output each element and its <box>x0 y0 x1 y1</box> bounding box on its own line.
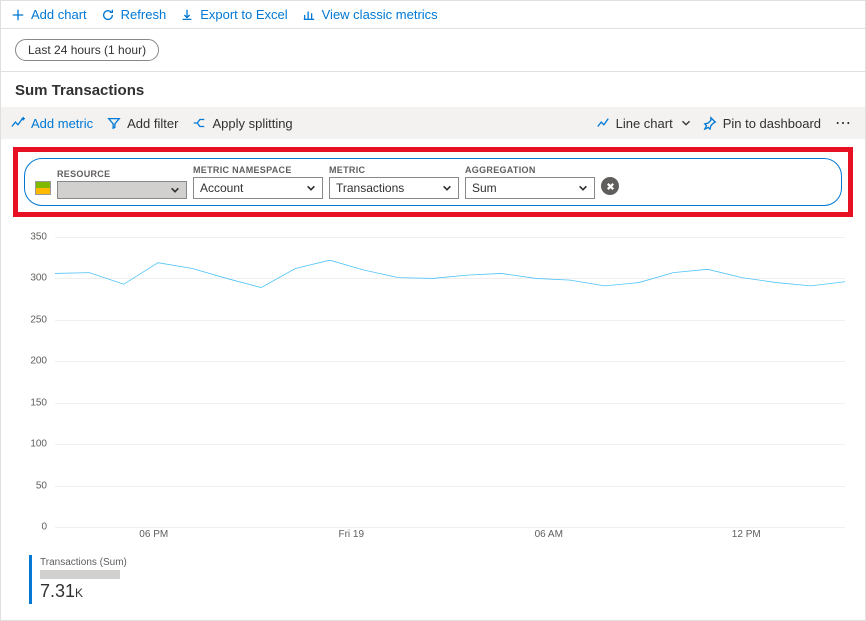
x-axis: 06 PM Fri 19 06 AM 12 PM <box>55 529 845 547</box>
aggregation-selector-group: AGGREGATION Sum <box>465 165 595 199</box>
time-range-row: Last 24 hours (1 hour) <box>1 29 865 72</box>
add-filter-button[interactable]: Add filter <box>107 116 178 131</box>
apply-splitting-button[interactable]: Apply splitting <box>192 116 292 131</box>
legend-value: 7.31K <box>40 581 171 602</box>
time-range-label: Last 24 hours (1 hour) <box>28 43 146 57</box>
add-metric-label: Add metric <box>31 116 93 131</box>
metric-selector-group: METRIC Transactions <box>329 165 459 199</box>
download-icon <box>180 8 194 22</box>
add-metric-button[interactable]: Add metric <box>11 116 93 131</box>
chevron-down-icon <box>578 183 588 193</box>
y-tick-label: 150 <box>30 397 47 408</box>
namespace-label: METRIC NAMESPACE <box>193 165 323 175</box>
metrics-toolbar: Add metric Add filter Apply splitting Li… <box>1 107 865 139</box>
x-tick-label: 06 PM <box>139 529 168 540</box>
add-filter-label: Add filter <box>127 116 178 131</box>
y-tick-label: 50 <box>36 480 47 491</box>
y-tick-label: 100 <box>30 439 47 450</box>
namespace-selector-group: METRIC NAMESPACE Account <box>193 165 323 199</box>
metric-value: Transactions <box>336 181 404 195</box>
legend-value-number: 7.31 <box>40 581 75 601</box>
y-tick-label: 200 <box>30 356 47 367</box>
resource-label: RESOURCE <box>57 169 187 179</box>
pin-dashboard-button[interactable]: Pin to dashboard <box>703 116 821 131</box>
aggregation-value: Sum <box>472 181 497 195</box>
metric-selector-row: RESOURCE METRIC NAMESPACE Account METRIC… <box>24 158 842 206</box>
chevron-down-icon <box>170 185 180 195</box>
chart-type-dropdown[interactable]: Line chart <box>596 116 693 131</box>
x-tick-label: Fri 19 <box>338 529 364 540</box>
chevron-down-icon <box>306 183 316 193</box>
line-plus-icon <box>11 116 25 130</box>
metric-selector-highlight: RESOURCE METRIC NAMESPACE Account METRIC… <box>13 147 853 217</box>
namespace-dropdown[interactable]: Account <box>193 177 323 199</box>
export-excel-label: Export to Excel <box>200 7 287 22</box>
plus-icon <box>11 8 25 22</box>
add-chart-button[interactable]: Add chart <box>11 7 87 22</box>
legend-value-unit: K <box>75 586 83 600</box>
bar-chart-icon <box>302 8 316 22</box>
chart-title: Sum Transactions <box>1 72 865 107</box>
more-options-button[interactable]: ⋯ <box>831 113 855 133</box>
y-tick-label: 250 <box>30 314 47 325</box>
legend-card[interactable]: Transactions (Sum) 7.31K <box>29 555 179 604</box>
pin-icon <box>703 116 717 130</box>
x-tick-label: 06 AM <box>535 529 563 540</box>
y-tick-label: 300 <box>30 273 47 284</box>
y-tick-label: 0 <box>41 522 47 533</box>
series-color-icon[interactable] <box>35 181 51 195</box>
chevron-down-icon <box>679 116 693 130</box>
refresh-label: Refresh <box>121 7 167 22</box>
refresh-icon <box>101 8 115 22</box>
x-tick-label: 12 PM <box>732 529 761 540</box>
y-tick-label: 350 <box>30 232 47 243</box>
export-excel-button[interactable]: Export to Excel <box>180 7 287 22</box>
legend-resource-redacted <box>40 570 120 579</box>
line-chart-icon <box>596 116 610 130</box>
add-chart-label: Add chart <box>31 7 87 22</box>
y-axis: 050100150200250300350 <box>21 237 51 527</box>
aggregation-label: AGGREGATION <box>465 165 595 175</box>
apply-splitting-label: Apply splitting <box>212 116 292 131</box>
resource-dropdown[interactable] <box>57 181 187 199</box>
chart-type-label: Line chart <box>616 116 673 131</box>
refresh-button[interactable]: Refresh <box>101 7 167 22</box>
time-range-pill[interactable]: Last 24 hours (1 hour) <box>15 39 159 61</box>
view-classic-label: View classic metrics <box>322 7 438 22</box>
split-icon <box>192 116 206 130</box>
close-icon <box>606 182 615 191</box>
remove-metric-button[interactable] <box>601 177 619 195</box>
metric-label: METRIC <box>329 165 459 175</box>
pin-dashboard-label: Pin to dashboard <box>723 116 821 131</box>
metric-dropdown[interactable]: Transactions <box>329 177 459 199</box>
legend-series-label: Transactions (Sum) <box>40 557 171 568</box>
chart-area: 050100150200250300350 06 PMFri 1906 AM12… <box>21 237 845 547</box>
chevron-down-icon <box>442 183 452 193</box>
filter-icon <box>107 116 121 130</box>
top-toolbar: Add chart Refresh Export to Excel View c… <box>1 1 865 29</box>
view-classic-button[interactable]: View classic metrics <box>302 7 438 22</box>
namespace-value: Account <box>200 181 243 195</box>
series-line <box>55 260 845 287</box>
resource-selector-group: RESOURCE <box>57 169 187 199</box>
aggregation-dropdown[interactable]: Sum <box>465 177 595 199</box>
chart-plot[interactable] <box>55 237 845 527</box>
